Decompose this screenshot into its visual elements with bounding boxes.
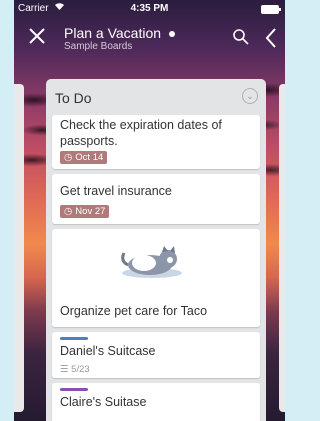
status-bar: Carrier 4:35 PM [14, 0, 285, 17]
card-title: Daniel's Suitcase [60, 344, 156, 358]
chevron-left-icon[interactable] [262, 26, 280, 50]
next-list-peek[interactable] [279, 84, 285, 412]
due-date-badge: ◷ Oct 14 [60, 151, 108, 164]
card-title: Claire's Suitase [60, 395, 147, 409]
board-title-row: Plan a Vacation [64, 25, 176, 41]
board-title-block[interactable]: Plan a Vacation Sample Boards [64, 25, 176, 53]
board-header: Plan a Vacation Sample Boards [14, 17, 285, 59]
previous-list-peek[interactable] [14, 84, 24, 412]
phone-screen: Carrier 4:35 PM Plan a Vacation Sample B… [14, 0, 285, 421]
list-header: To Do ⌄ [46, 79, 266, 115]
clock-icon: ◷ [64, 206, 73, 217]
card-title: Get travel insurance [60, 184, 172, 198]
card-travel-insurance[interactable]: Get travel insurance ◷ Nov 27 [52, 174, 260, 224]
board-status-dot [169, 31, 176, 38]
cat-sleeping-illustration [112, 243, 192, 283]
card-title: Organize pet care for Taco [60, 304, 208, 318]
card-passports[interactable]: Check the expiration dates of passports.… [52, 115, 260, 169]
checklist-count: 5/23 [71, 364, 90, 375]
checklist-badge: ☰ 5/23 [60, 364, 90, 375]
card-pet-care[interactable]: Organize pet care for Taco [52, 229, 260, 327]
list-title: To Do [55, 90, 92, 106]
board-subtitle: Sample Boards [64, 41, 133, 52]
card-label-blue [60, 337, 88, 340]
chevron-down-icon[interactable]: ⌄ [242, 88, 258, 104]
todo-list: To Do ⌄ Check the expiration dates of pa… [46, 79, 266, 421]
status-time: 4:35 PM [130, 3, 169, 14]
card-title: Check the expiration dates of passports. [60, 118, 222, 148]
card-claires-suitcase[interactable]: Claire's Suitase [52, 383, 260, 421]
due-date-badge: ◷ Nov 27 [60, 205, 110, 218]
checklist-icon: ☰ [60, 364, 69, 375]
battery-icon [261, 5, 281, 14]
search-icon[interactable] [232, 28, 250, 46]
board-title: Plan a Vacation [64, 25, 162, 41]
clock-icon: ◷ [64, 152, 73, 163]
card-daniels-suitcase[interactable]: Daniel's Suitcase ☰ 5/23 [52, 332, 260, 378]
due-date: Oct 14 [75, 152, 104, 163]
card-label-purple [60, 388, 88, 391]
close-icon[interactable] [24, 25, 50, 51]
due-date: Nov 27 [75, 206, 106, 217]
